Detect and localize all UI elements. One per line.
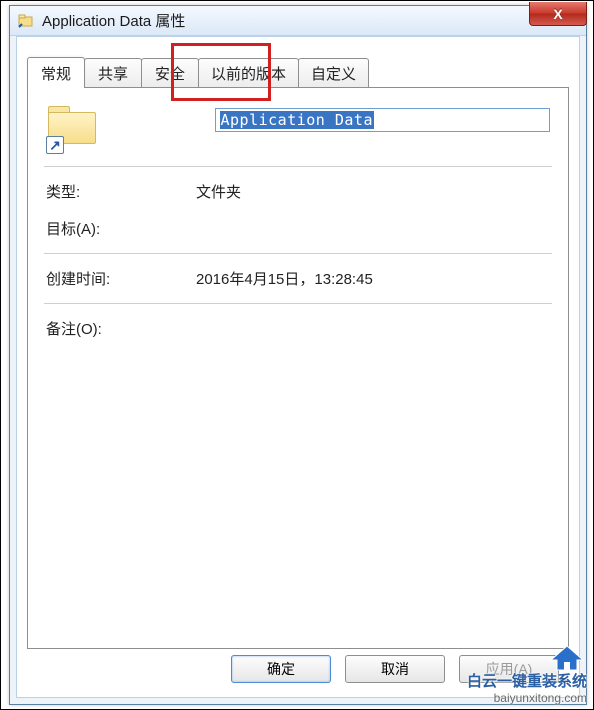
tab-label: 常规 (41, 63, 71, 84)
tab-label: 以前的版本 (211, 63, 286, 84)
window-title: Application Data 属性 (42, 10, 185, 31)
type-label: 类型: (46, 181, 196, 202)
selected-text: Application Data (220, 111, 375, 129)
apply-button: 应用(A) (459, 655, 559, 683)
cancel-button[interactable]: 取消 (345, 655, 445, 683)
tab-previous[interactable]: 以前的版本 (198, 58, 299, 88)
dialog-buttons: 确定 取消 应用(A) (17, 655, 579, 689)
name-row: ↗ Application Data (28, 88, 568, 160)
folder-shortcut-icon: ↗ (46, 104, 97, 152)
app-icon (18, 13, 34, 29)
target-row: 目标(A): (28, 210, 568, 247)
close-button[interactable]: X (529, 2, 587, 26)
titlebar: Application Data 属性 X (10, 6, 586, 36)
separator (44, 166, 552, 167)
tab-security[interactable]: 安全 (141, 58, 199, 88)
close-icon: X (553, 6, 562, 22)
client-area: 常规 共享 安全 以前的版本 自定义 ↗ Application Data 类型… (16, 36, 580, 698)
tab-strip: 常规 共享 安全 以前的版本 自定义 (27, 57, 368, 87)
created-row: 创建时间: 2016年4月15日，13:28:45 (28, 260, 568, 297)
tab-label: 自定义 (311, 63, 356, 84)
button-label: 应用(A) (486, 659, 533, 679)
tab-customize[interactable]: 自定义 (298, 58, 369, 88)
comment-label: 备注(O): (46, 318, 196, 339)
button-label: 取消 (381, 659, 409, 679)
created-label: 创建时间: (46, 268, 196, 289)
type-value: 文件夹 (196, 181, 241, 202)
screenshot-frame: Application Data 属性 X 常规 共享 安全 以前的版本 自定义… (0, 0, 594, 710)
created-value: 2016年4月15日，13:28:45 (196, 268, 373, 289)
name-input[interactable]: Application Data (215, 108, 551, 132)
tab-label: 安全 (155, 63, 185, 84)
tab-panel-general: ↗ Application Data 类型: 文件夹 目标(A): 创建时间: … (27, 87, 569, 649)
separator (44, 303, 552, 304)
comment-row: 备注(O): (28, 310, 568, 347)
separator (44, 253, 552, 254)
ok-button[interactable]: 确定 (231, 655, 331, 683)
target-label: 目标(A): (46, 218, 196, 239)
button-label: 确定 (267, 659, 295, 679)
tab-label: 共享 (98, 63, 128, 84)
shortcut-overlay-icon: ↗ (46, 136, 64, 154)
properties-dialog: Application Data 属性 X 常规 共享 安全 以前的版本 自定义… (9, 5, 587, 705)
tab-sharing[interactable]: 共享 (84, 58, 142, 88)
type-row: 类型: 文件夹 (28, 173, 568, 210)
tab-general[interactable]: 常规 (27, 57, 85, 88)
